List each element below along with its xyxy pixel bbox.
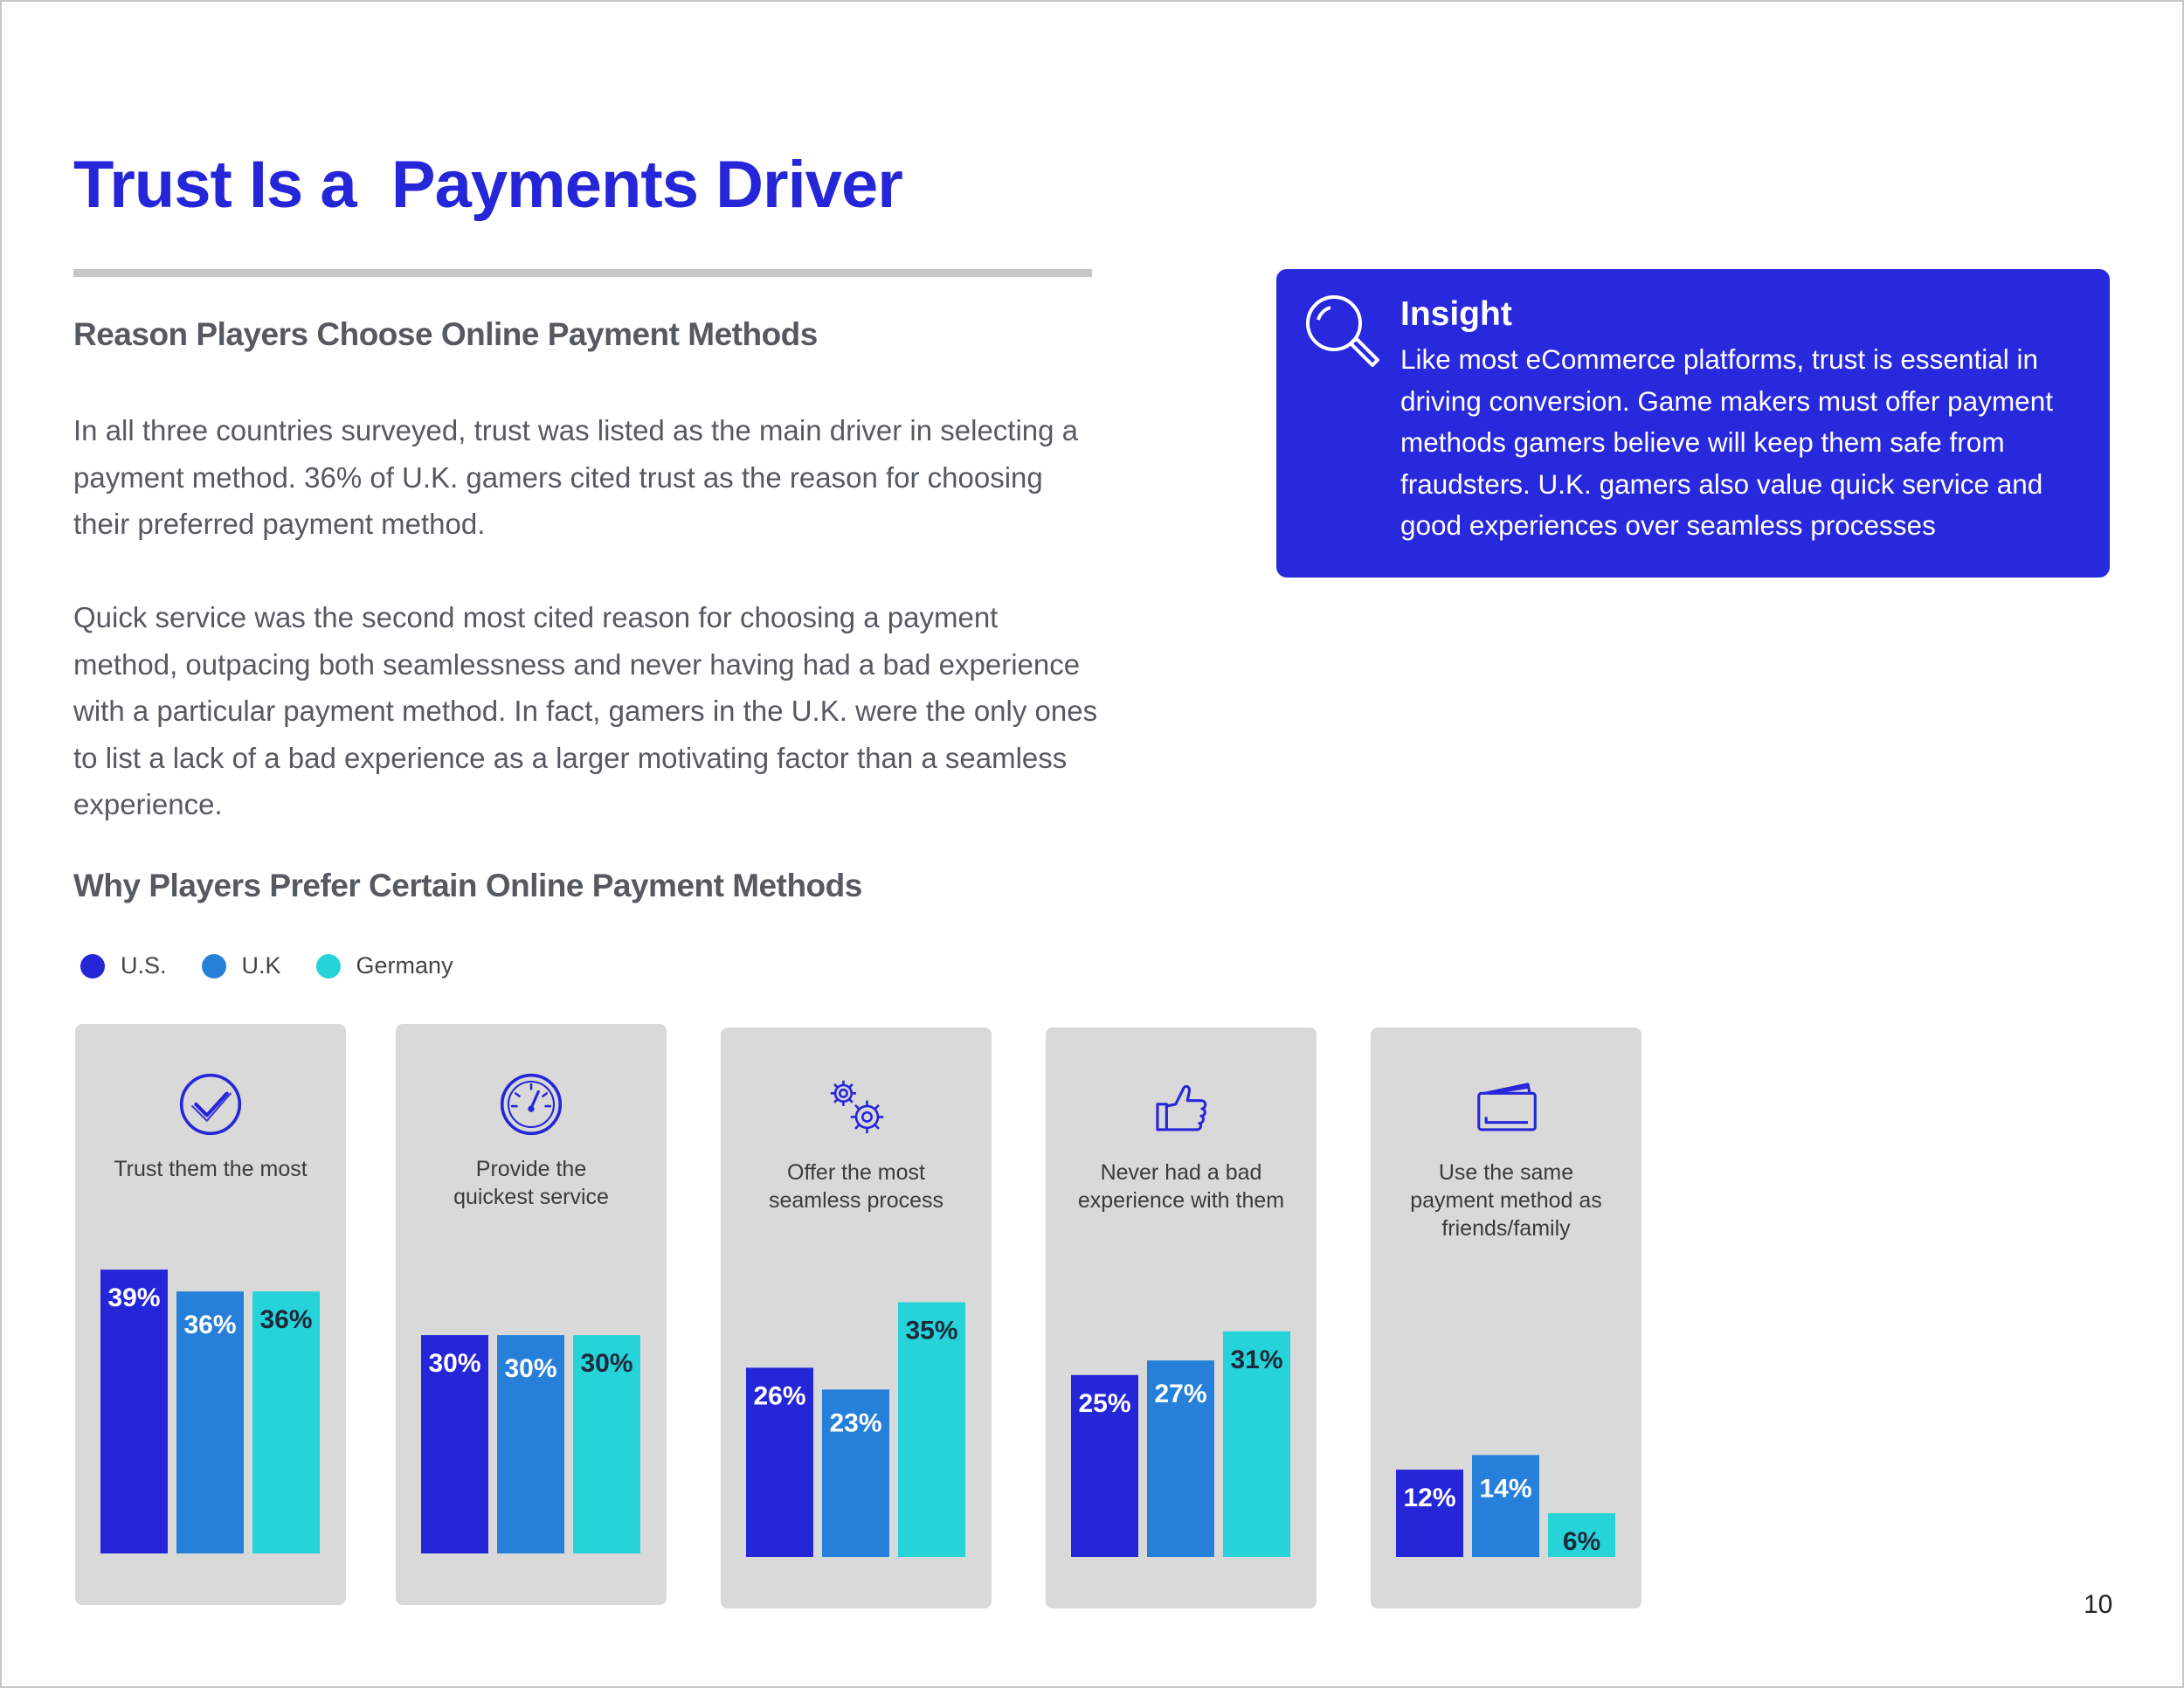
data-label-uk: 36% (183, 1311, 236, 1339)
chart-panel-seamless: Offer the most seamless process 26% 23% 35… (721, 1027, 992, 1608)
legend-swatch-uk (201, 953, 226, 979)
data-label-germany: 30% (580, 1349, 632, 1378)
bar-group-trust: 39% 36% 36% (100, 1269, 320, 1553)
legend-swatch-germany (315, 953, 341, 979)
title-divider (73, 269, 1092, 277)
data-label-us: 26% (753, 1381, 805, 1410)
chart-legend: U.S. U.K Germany (80, 952, 488, 979)
legend-item-uk: U.K (201, 952, 281, 979)
bar-us (1396, 1470, 1463, 1557)
data-label-us: 39% (107, 1283, 160, 1312)
bar-group-no-bad-experience: 25% 27% 31% (1071, 1331, 1290, 1557)
legend-item-us: U.S. (80, 952, 167, 979)
page-title: Trust Is a Payments Driver (73, 148, 903, 222)
data-label-germany: 36% (259, 1305, 312, 1334)
data-label-us: 30% (428, 1349, 480, 1378)
data-label-uk: 27% (1154, 1380, 1206, 1408)
chart-panel-trust: Trust them the most 39% 36% 36% (75, 1024, 346, 1605)
bar-uk (1472, 1455, 1539, 1557)
chart-heading: Why Players Prefer Certain Online Paymen… (73, 868, 862, 903)
chart-panel-quickest: Provide the quickest service 30% 30% 30% (396, 1024, 667, 1605)
page-number: 10 (2084, 1590, 2113, 1619)
data-label-germany: 31% (1230, 1346, 1282, 1374)
legend-swatch-us (80, 953, 105, 979)
insight-text: Like most eCommerce platforms, trust is … (1400, 343, 2053, 541)
legend-label-uk: U.K (241, 952, 281, 979)
data-label-uk: 23% (829, 1408, 881, 1437)
paragraph-trust: In all three countries surveyed, trust w… (73, 414, 1079, 540)
legend-item-germany: Germany (315, 952, 453, 979)
data-label-us: 25% (1078, 1389, 1130, 1418)
paragraph-quick-service: Quick service was the second most cited … (73, 601, 1098, 820)
chart-panel-same-method: Use the same payment method as friends/f… (1371, 1027, 1641, 1608)
bar-group-seamless: 26% 23% 35% (746, 1302, 965, 1557)
data-label-germany: 35% (905, 1316, 957, 1345)
data-label-uk: 30% (504, 1354, 556, 1383)
chart-panel-no-bad-experience: Never had a bad experience with them 25%… (1046, 1027, 1317, 1608)
bar-group-quickest: 30% 30% 30% (421, 1335, 640, 1553)
insight-box: Insight Like most eCommerce platforms, t… (1276, 269, 2110, 578)
magnifier-icon (1306, 295, 1379, 367)
bar-group-same-method: 12% 14% 6% (1396, 1455, 1615, 1557)
data-label-germany: 6% (1563, 1527, 1600, 1556)
insight-title: Insight (1400, 295, 1512, 333)
data-label-uk: 14% (1479, 1474, 1531, 1503)
legend-label-germany: Germany (356, 952, 453, 979)
data-label-us: 12% (1403, 1484, 1455, 1512)
section-heading: Reason Players Choose Online Payment Met… (73, 316, 818, 352)
legend-label-us: U.S. (121, 952, 167, 979)
